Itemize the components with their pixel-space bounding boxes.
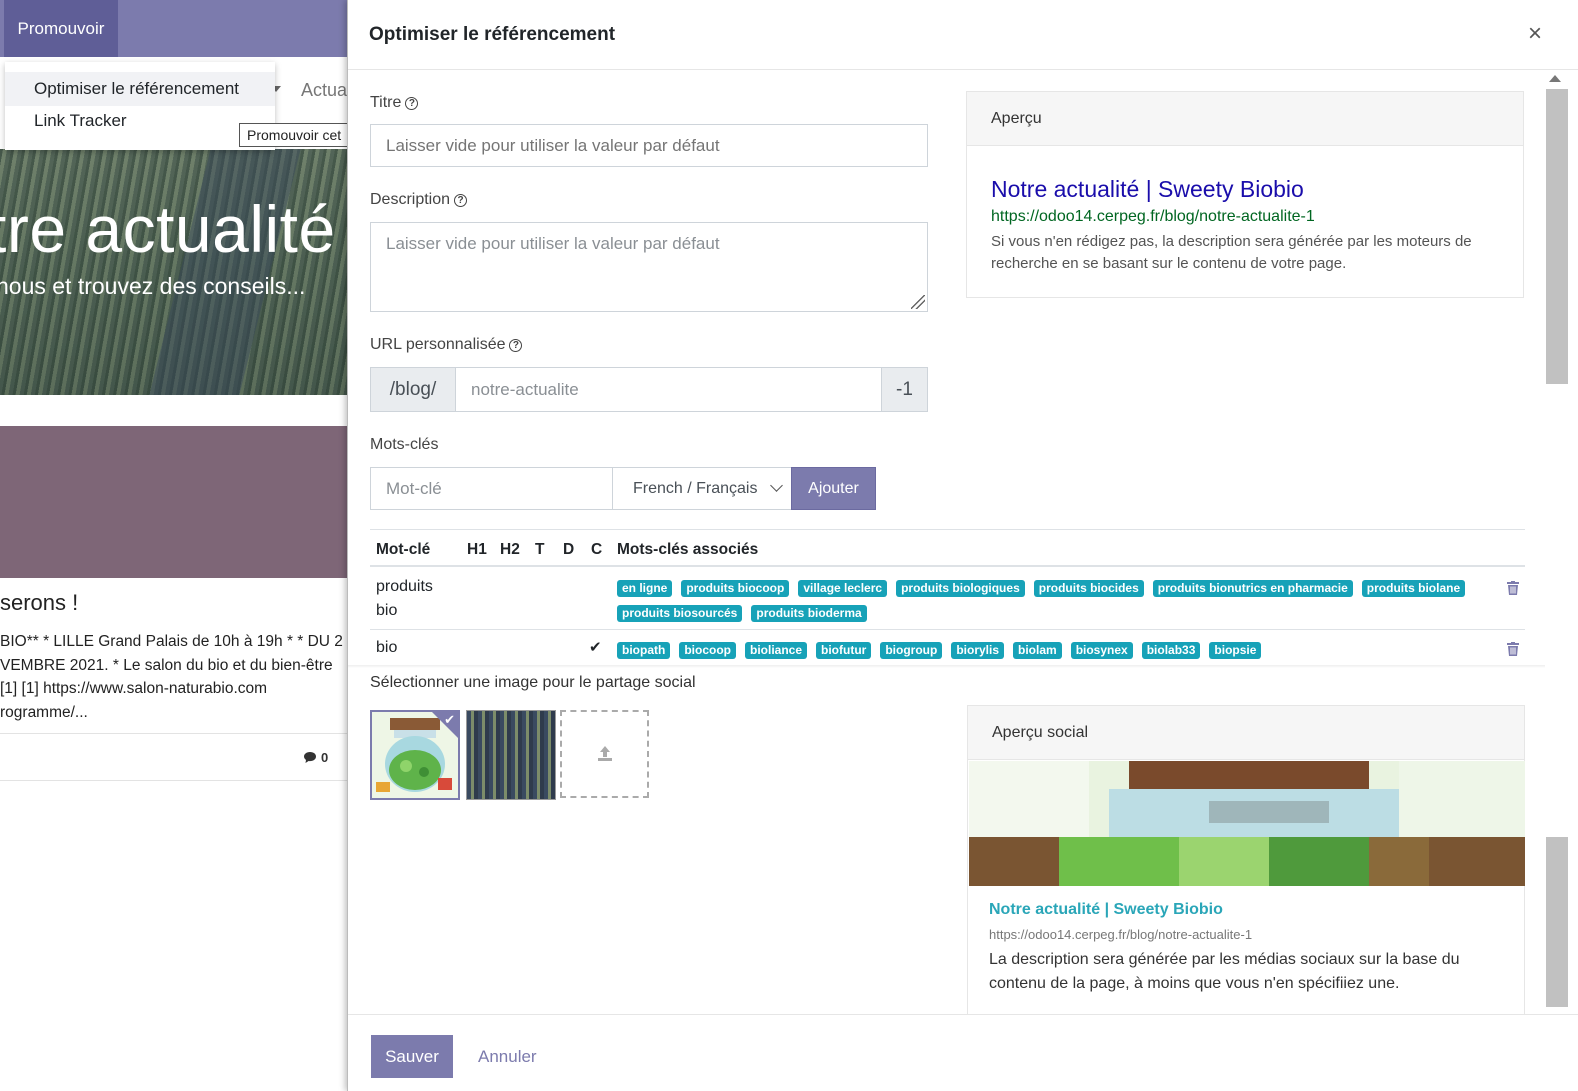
related-tag[interactable]: biopsie: [1209, 642, 1262, 659]
check-icon: ✔: [589, 639, 602, 656]
scrollbar-thumb[interactable]: [1546, 89, 1568, 384]
social-preview-header: Aperçu social: [968, 706, 1524, 760]
related-tag[interactable]: en ligne: [617, 580, 673, 597]
related-tag[interactable]: biopath: [617, 642, 671, 659]
promote-button[interactable]: Promouvoir: [4, 0, 118, 57]
help-icon[interactable]: ?: [405, 97, 419, 110]
social-preview-url: https://odoo14.cerpeg.fr/blog/notre-actu…: [989, 927, 1253, 942]
table-row: produits bio en ligne produits biocoop vil…: [370, 567, 1525, 630]
tooltip: Promouvoir cet: [239, 123, 359, 147]
related-tag[interactable]: bioliance: [745, 642, 808, 659]
related-tag[interactable]: biorylis: [951, 642, 1005, 659]
upload-image-button[interactable]: [560, 710, 649, 798]
related-tag[interactable]: produits bioderma: [751, 605, 867, 622]
related-keywords: biopath biocoop bioliance biofutur biogroup b…: [617, 641, 1497, 666]
hero-title: tre actualité: [0, 192, 336, 266]
seo-modal: Optimiser le référencement × Titre? Desc…: [347, 0, 1578, 1091]
comment-count: 0: [303, 750, 328, 765]
keyword-cell: produits bio: [376, 578, 433, 619]
keyword-input[interactable]: Mot-clé: [370, 467, 613, 510]
related-tag[interactable]: biofutur: [816, 642, 872, 659]
preview-url: https://odoo14.cerpeg.fr/blog/notre-actu…: [991, 208, 1315, 225]
table-row: bio ✔ biopath biocoop bioliance biofutur bio…: [370, 630, 1525, 666]
related-tag[interactable]: biosynex: [1070, 642, 1133, 659]
post-title[interactable]: serons !: [0, 590, 78, 616]
add-keyword-button[interactable]: Ajouter: [791, 467, 876, 510]
social-image-option[interactable]: [466, 710, 556, 800]
website-topbar: Promouvoir: [0, 0, 350, 57]
social-preview-image: [969, 761, 1525, 886]
trash-icon[interactable]: [1507, 581, 1519, 595]
preview-description: Si vous n'en rédigez pas, la description…: [991, 233, 1472, 272]
title-input[interactable]: [370, 124, 928, 167]
preview-title: Notre actualité | Sweety Biobio: [991, 176, 1304, 202]
modal-title: Optimiser le référencement: [369, 24, 616, 45]
hero-subtitle: nous et trouvez des conseils...: [0, 273, 306, 299]
related-tag[interactable]: produits biolane: [1361, 580, 1466, 597]
save-button[interactable]: Sauver: [371, 1035, 453, 1078]
social-preview-description: La description sera générée par les médi…: [989, 951, 1460, 992]
related-tag[interactable]: biolam: [1013, 642, 1062, 659]
help-icon[interactable]: ?: [509, 339, 523, 352]
url-input[interactable]: notre-actualite: [456, 368, 881, 411]
social-preview-card: Aperçu social Notre actualité | Sweety B…: [967, 705, 1525, 1014]
blog-hero-banner: tre actualité nous et trouvez des consei…: [0, 149, 350, 395]
url-suffix: -1: [881, 368, 927, 411]
scroll-up-icon[interactable]: [1549, 75, 1561, 82]
related-tag[interactable]: produits biosourcés: [617, 605, 743, 622]
keyword-cell: bio: [376, 639, 398, 656]
related-tag[interactable]: village leclerc: [798, 580, 888, 597]
description-textarea[interactable]: Laisser vide pour utiliser la valeur par…: [370, 222, 928, 312]
nav-item-actualite[interactable]: Actua: [301, 80, 347, 101]
post-cover: [0, 426, 350, 578]
chevron-down-icon: [770, 479, 783, 492]
promote-dropdown: Optimiser le référencement Link Tracker: [5, 62, 275, 150]
social-image-label: Sélectionner une image pour le partage s…: [370, 674, 696, 691]
title-label: Titre?: [370, 94, 419, 112]
social-image-option-selected[interactable]: ✔: [370, 710, 460, 800]
url-prefix: /blog/: [371, 368, 456, 411]
url-label: URL personnalisée?: [370, 336, 523, 354]
search-preview-card: Aperçu Notre actualité | Sweety Biobio h…: [966, 91, 1524, 298]
related-tag[interactable]: produits biocides: [1033, 580, 1144, 597]
modal-footer: Sauver Annuler: [348, 1014, 1578, 1091]
upload-icon: [598, 746, 612, 761]
url-input-group: /blog/ notre-actualite -1: [370, 367, 928, 412]
comment-icon: [304, 752, 316, 763]
modal-body: Titre? Description? Laisser vide pour ut…: [348, 71, 1578, 1014]
related-tag[interactable]: biogroup: [880, 642, 943, 659]
related-tag[interactable]: produits biocoop: [681, 580, 790, 597]
post-excerpt: BIO** * LILLE Grand Palais de 10h à 19h …: [0, 633, 343, 721]
language-select[interactable]: French / Français: [612, 467, 792, 510]
resize-handle-icon[interactable]: [911, 295, 925, 309]
related-tag[interactable]: produits bionutrics en pharmacie: [1152, 580, 1353, 597]
keywords-label: Mots-clés: [370, 436, 439, 453]
related-tag[interactable]: produits biologiques: [896, 580, 1025, 597]
help-icon[interactable]: ?: [454, 194, 468, 207]
keywords-table-header: Mot-clé H1 H2 T D C Mots-clés associés: [370, 529, 1525, 567]
modal-header: Optimiser le référencement ×: [348, 0, 1578, 70]
trash-icon[interactable]: [1507, 642, 1519, 656]
related-tag[interactable]: biocoop: [679, 642, 736, 659]
social-preview-title: Notre actualité | Sweety Biobio: [989, 901, 1223, 918]
close-icon[interactable]: ×: [1528, 20, 1542, 48]
related-tag[interactable]: biolab33: [1141, 642, 1201, 659]
preview-header: Aperçu: [967, 92, 1523, 146]
post-footer: [0, 733, 350, 781]
scrollbar-thumb-lower[interactable]: [1546, 837, 1568, 1007]
cancel-button[interactable]: Annuler: [478, 1035, 537, 1078]
description-label: Description?: [370, 191, 468, 209]
menu-item-seo[interactable]: Optimiser le référencement: [5, 72, 275, 106]
menu-item-link-tracker[interactable]: Link Tracker: [5, 104, 275, 138]
related-keywords: en ligne produits biocoop village leclerc p…: [617, 579, 1497, 629]
